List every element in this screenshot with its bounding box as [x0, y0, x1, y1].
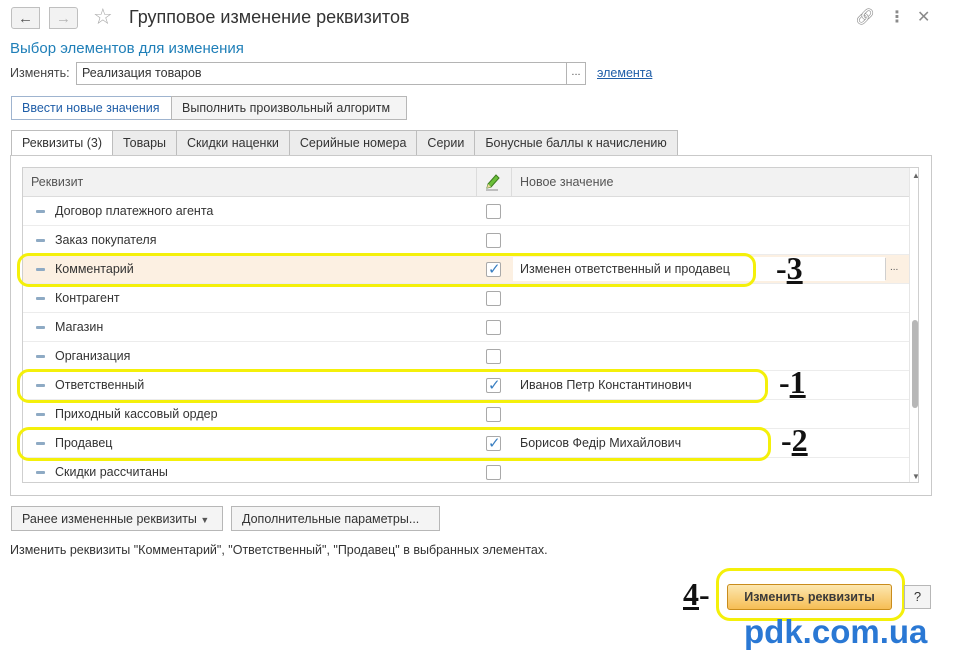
tab-bar: Реквизиты (3) Товары Скидки наценки Сери… — [11, 130, 678, 156]
more-vertical-icon[interactable]: ⋮ — [889, 7, 905, 27]
dropdown-arrow-icon: ▼ — [200, 515, 210, 525]
form-subtitle: Выбор элементов для изменения — [10, 40, 244, 57]
additional-parameters-button[interactable]: Дополнительные параметры... — [231, 506, 440, 531]
info-text: Изменить реквизиты "Комментарий", "Ответ… — [10, 543, 548, 557]
tab-bonus-points[interactable]: Бонусные баллы к начислению — [475, 130, 678, 156]
table-row[interactable]: Скидки рассчитаны — [23, 458, 909, 482]
star-icon[interactable]: ☆ — [93, 4, 113, 30]
change-checkbox[interactable] — [486, 204, 501, 219]
table-header: Реквизит Новое значение — [23, 168, 918, 197]
callout-3: -3 — [776, 250, 803, 286]
tab-goods[interactable]: Товары — [113, 130, 178, 156]
change-label: Изменять: — [10, 66, 70, 80]
forward-button[interactable]: → — [49, 7, 78, 29]
arrow-left-icon: ← — [18, 9, 33, 27]
change-checkbox[interactable] — [486, 291, 501, 306]
callout-1: -1 — [779, 364, 806, 400]
select-object-button[interactable]: ... — [566, 62, 586, 85]
scroll-down-icon[interactable]: ▼ — [912, 472, 918, 481]
callout-2: -2 — [781, 422, 808, 458]
previous-changes-dropdown[interactable]: Ранее измененные реквизиты ▼ — [11, 506, 223, 531]
highlight-comment-row — [17, 253, 756, 287]
attribute-icon — [36, 297, 45, 300]
object-type-input[interactable]: Реализация товаров — [76, 62, 567, 85]
attribute-icon — [36, 413, 45, 416]
attribute-icon — [36, 239, 45, 242]
attribute-icon — [36, 210, 45, 213]
title-bar: ← → ☆ Групповое изменение реквизитов 🔗︎ … — [0, 0, 955, 36]
run-algorithm-button[interactable]: Выполнить произвольный алгоритм — [171, 96, 407, 120]
help-button[interactable]: ? — [904, 585, 931, 609]
change-checkbox[interactable] — [486, 233, 501, 248]
callout-4: 4- — [683, 576, 710, 612]
scroll-thumb[interactable] — [912, 320, 918, 408]
table-scrollbar[interactable]: ▲ ▼ — [909, 168, 918, 482]
change-checkbox[interactable] — [486, 320, 501, 335]
column-new-value[interactable]: Новое значение — [520, 175, 613, 189]
tab-discounts[interactable]: Скидки наценки — [177, 130, 290, 156]
value-select-button[interactable]: ... — [890, 262, 898, 273]
window-title: Групповое изменение реквизитов — [129, 7, 410, 27]
tab-attributes[interactable]: Реквизиты (3) — [11, 130, 114, 156]
close-icon[interactable]: ✕ — [917, 7, 930, 27]
link-icon[interactable]: 🔗︎ — [855, 7, 875, 27]
tab-serial-numbers[interactable]: Серийные номера — [289, 130, 418, 156]
table-row[interactable]: Организация — [23, 342, 909, 371]
table-row[interactable]: Магазин — [23, 313, 909, 342]
tab-series[interactable]: Серии — [417, 130, 476, 156]
back-button[interactable]: ← — [11, 7, 40, 29]
apply-changes-button[interactable]: Изменить реквизиты — [727, 584, 892, 610]
highlight-seller-row — [17, 427, 771, 461]
highlight-responsible-row — [17, 369, 768, 403]
table-row[interactable]: Контрагент — [23, 284, 909, 313]
table-row[interactable]: Договор платежного агента — [23, 197, 909, 226]
watermark: pdk.com.ua — [744, 613, 928, 650]
column-attribute[interactable]: Реквизит — [31, 175, 83, 189]
change-checkbox[interactable] — [486, 465, 501, 480]
attribute-icon — [36, 471, 45, 474]
change-checkbox[interactable] — [486, 407, 501, 422]
enter-new-values-button[interactable]: Ввести новые значения — [11, 96, 172, 120]
attribute-icon — [36, 355, 45, 358]
pencil-icon — [486, 174, 500, 191]
elements-link[interactable]: элемента — [597, 66, 652, 80]
attribute-icon — [36, 326, 45, 329]
change-checkbox[interactable] — [486, 349, 501, 364]
scroll-up-icon[interactable]: ▲ — [912, 171, 918, 180]
table-row[interactable]: Приходный кассовый ордер — [23, 400, 909, 429]
arrow-right-icon: → — [56, 9, 71, 27]
